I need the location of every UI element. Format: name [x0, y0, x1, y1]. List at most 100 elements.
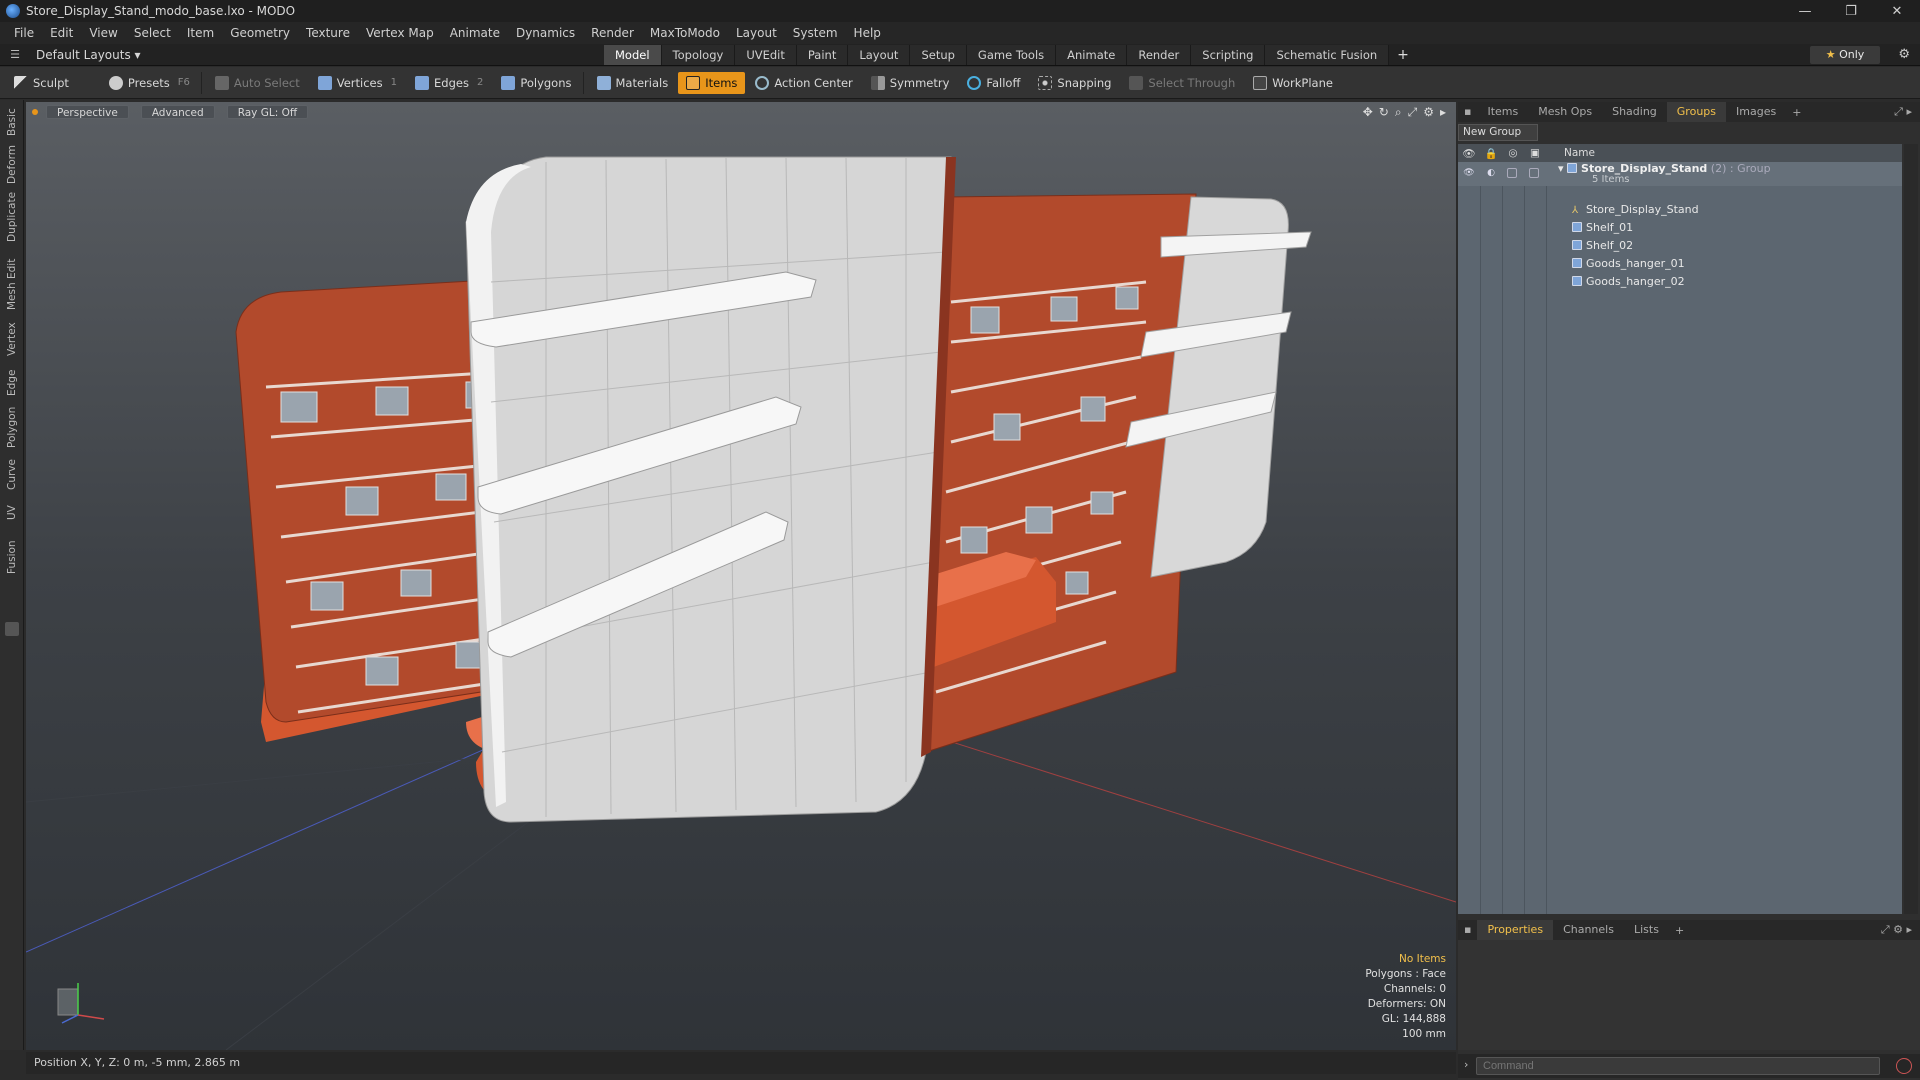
left-panel-toggle[interactable] [5, 622, 19, 636]
select-checkbox[interactable] [1507, 168, 1517, 178]
sculpt-button[interactable]: Sculpt [6, 72, 77, 94]
3d-viewport[interactable]: Perspective Advanced Ray GL: Off ✥ ↻ ⌕ ⤢… [26, 102, 1456, 1050]
menu-animate[interactable]: Animate [442, 22, 508, 44]
tab-model[interactable]: Model [604, 45, 662, 65]
view-perspective-button[interactable]: Perspective [46, 105, 129, 119]
tab-channels[interactable]: Channels [1553, 920, 1624, 940]
tab-properties[interactable]: Properties [1477, 920, 1554, 940]
polygons-button[interactable]: Polygons [493, 72, 579, 94]
menu-view[interactable]: View [81, 22, 125, 44]
expand-panel-icon[interactable]: ⤢ ▸ [1894, 105, 1912, 119]
select-col-icon[interactable]: ◎ [1502, 147, 1524, 159]
add-panel-tab-icon[interactable]: + [1786, 106, 1807, 119]
stop-icon[interactable] [1896, 1058, 1912, 1074]
tree-row[interactable]: Shelf_02 [1458, 236, 1902, 254]
rotate-icon[interactable]: ↻ [1379, 105, 1389, 120]
tab-scripting[interactable]: Scripting [1191, 45, 1266, 65]
props-menu-dot[interactable]: ▪ [1458, 920, 1477, 940]
gear-icon[interactable]: ⚙ [1898, 47, 1910, 62]
tree-row[interactable]: ⅄ Store_Display_Stand [1458, 200, 1902, 218]
name-column-header[interactable]: Name [1564, 147, 1595, 159]
auto-select-button[interactable]: Auto Select [207, 72, 308, 94]
materials-button[interactable]: Materials [589, 72, 677, 94]
star-icon: ★ [1825, 48, 1836, 61]
tab-schematic-fusion[interactable]: Schematic Fusion [1265, 45, 1390, 65]
tab-shading[interactable]: Shading [1602, 102, 1667, 122]
lock-col-icon[interactable]: 🔒 [1480, 147, 1502, 160]
restore-icon[interactable]: ❐ [1828, 0, 1874, 22]
add-tab-icon[interactable]: + [1389, 45, 1417, 65]
select-through-button[interactable]: Select Through [1121, 72, 1243, 94]
tab-groups[interactable]: Groups [1666, 102, 1727, 122]
workplane-button[interactable]: WorkPlane [1245, 72, 1341, 94]
tab-animate[interactable]: Animate [1056, 45, 1128, 65]
tab-paint[interactable]: Paint [796, 45, 849, 65]
raygl-button[interactable]: Ray GL: Off [226, 105, 309, 119]
edges-button[interactable]: Edges 2 [407, 72, 491, 94]
pan-icon[interactable]: ✥ [1363, 105, 1373, 120]
menu-vertex-map[interactable]: Vertex Map [358, 22, 442, 44]
menu-geometry[interactable]: Geometry [222, 22, 298, 44]
close-icon[interactable]: ✕ [1874, 0, 1920, 22]
menu-layout[interactable]: Layout [728, 22, 785, 44]
tree-row[interactable]: Goods_hanger_02 [1458, 272, 1902, 290]
tab-uvedit[interactable]: UVEdit [735, 45, 797, 65]
zoom-icon[interactable]: ⌕ [1395, 105, 1402, 120]
tab-items[interactable]: Items [1477, 102, 1528, 122]
menu-select[interactable]: Select [126, 22, 179, 44]
action-center-button[interactable]: Action Center [747, 72, 860, 94]
menu-maxtomodo[interactable]: MaxToModo [642, 22, 728, 44]
render-col-icon[interactable]: ▣ [1524, 147, 1546, 159]
layout-select[interactable]: Default Layouts ▾ [36, 48, 141, 62]
symmetry-button[interactable]: Symmetry [863, 72, 958, 94]
tab-render[interactable]: Render [1127, 45, 1192, 65]
menu-texture[interactable]: Texture [298, 22, 358, 44]
tree-row[interactable]: Goods_hanger_01 [1458, 254, 1902, 272]
menu-system[interactable]: System [785, 22, 846, 44]
vertices-button[interactable]: Vertices 1 [310, 72, 405, 94]
menu-file[interactable]: File [6, 22, 42, 44]
new-group-button[interactable]: New Group [1458, 124, 1538, 141]
render-checkbox[interactable] [1529, 168, 1539, 178]
tab-setup[interactable]: Setup [910, 45, 967, 65]
lock-icon[interactable]: ◐ [1485, 168, 1497, 178]
tab-layout[interactable]: Layout [848, 45, 911, 65]
select-through-label: Select Through [1148, 75, 1236, 90]
layout-menu-icon[interactable]: ☰ [8, 48, 22, 62]
menu-edit[interactable]: Edit [42, 22, 81, 44]
fit-icon[interactable]: ⤢ [1408, 105, 1418, 120]
group-row-store-display-stand[interactable]: 👁 ◐ ▾ Store_Display_Stand (2) : Group 5 … [1458, 162, 1902, 186]
items-button[interactable]: Items [678, 71, 746, 94]
command-history-icon[interactable]: › [1464, 1058, 1468, 1071]
viewport-menu-dot[interactable] [32, 109, 38, 115]
items-icon [686, 75, 701, 90]
shading-advanced-button[interactable]: Advanced [140, 105, 215, 119]
menu-dynamics[interactable]: Dynamics [508, 22, 583, 44]
snapping-button[interactable]: Snapping [1030, 72, 1119, 94]
add-props-tab-icon[interactable]: + [1669, 924, 1690, 937]
props-gear-icon[interactable]: ⤢ ⚙ ▸ [1881, 923, 1912, 937]
only-button[interactable]: ★ Only [1810, 46, 1880, 64]
tab-lists[interactable]: Lists [1624, 920, 1669, 940]
tab-game-tools[interactable]: Game Tools [966, 45, 1057, 65]
presets-button[interactable]: Presets F6 [101, 72, 198, 94]
visibility-col-icon[interactable]: 👁 [1458, 147, 1480, 160]
menu-item[interactable]: Item [179, 22, 222, 44]
tree-scrollbar[interactable] [1904, 144, 1918, 914]
eye-icon[interactable]: 👁 [1463, 168, 1475, 178]
viewport-gear-icon[interactable]: ⚙ [1423, 105, 1434, 120]
tab-mesh-ops[interactable]: Mesh Ops [1528, 102, 1602, 122]
minimize-icon[interactable]: — [1782, 0, 1828, 22]
panel-menu-dot[interactable]: ▪ [1458, 102, 1477, 122]
collapse-icon[interactable]: ▾ [1558, 162, 1567, 175]
falloff-button[interactable]: Falloff [959, 72, 1028, 94]
tab-topology[interactable]: Topology [661, 45, 736, 65]
tab-images[interactable]: Images [1726, 102, 1786, 122]
tree-row[interactable]: Shelf_01 [1458, 218, 1902, 236]
command-input[interactable] [1476, 1057, 1880, 1075]
viewport-expand-icon[interactable]: ▸ [1440, 105, 1446, 120]
menu-render[interactable]: Render [583, 22, 642, 44]
viewport-nav-icons: ✥ ↻ ⌕ ⤢ ⚙ ▸ [1357, 105, 1446, 120]
command-bar: › [1458, 1054, 1920, 1078]
menu-help[interactable]: Help [846, 22, 889, 44]
